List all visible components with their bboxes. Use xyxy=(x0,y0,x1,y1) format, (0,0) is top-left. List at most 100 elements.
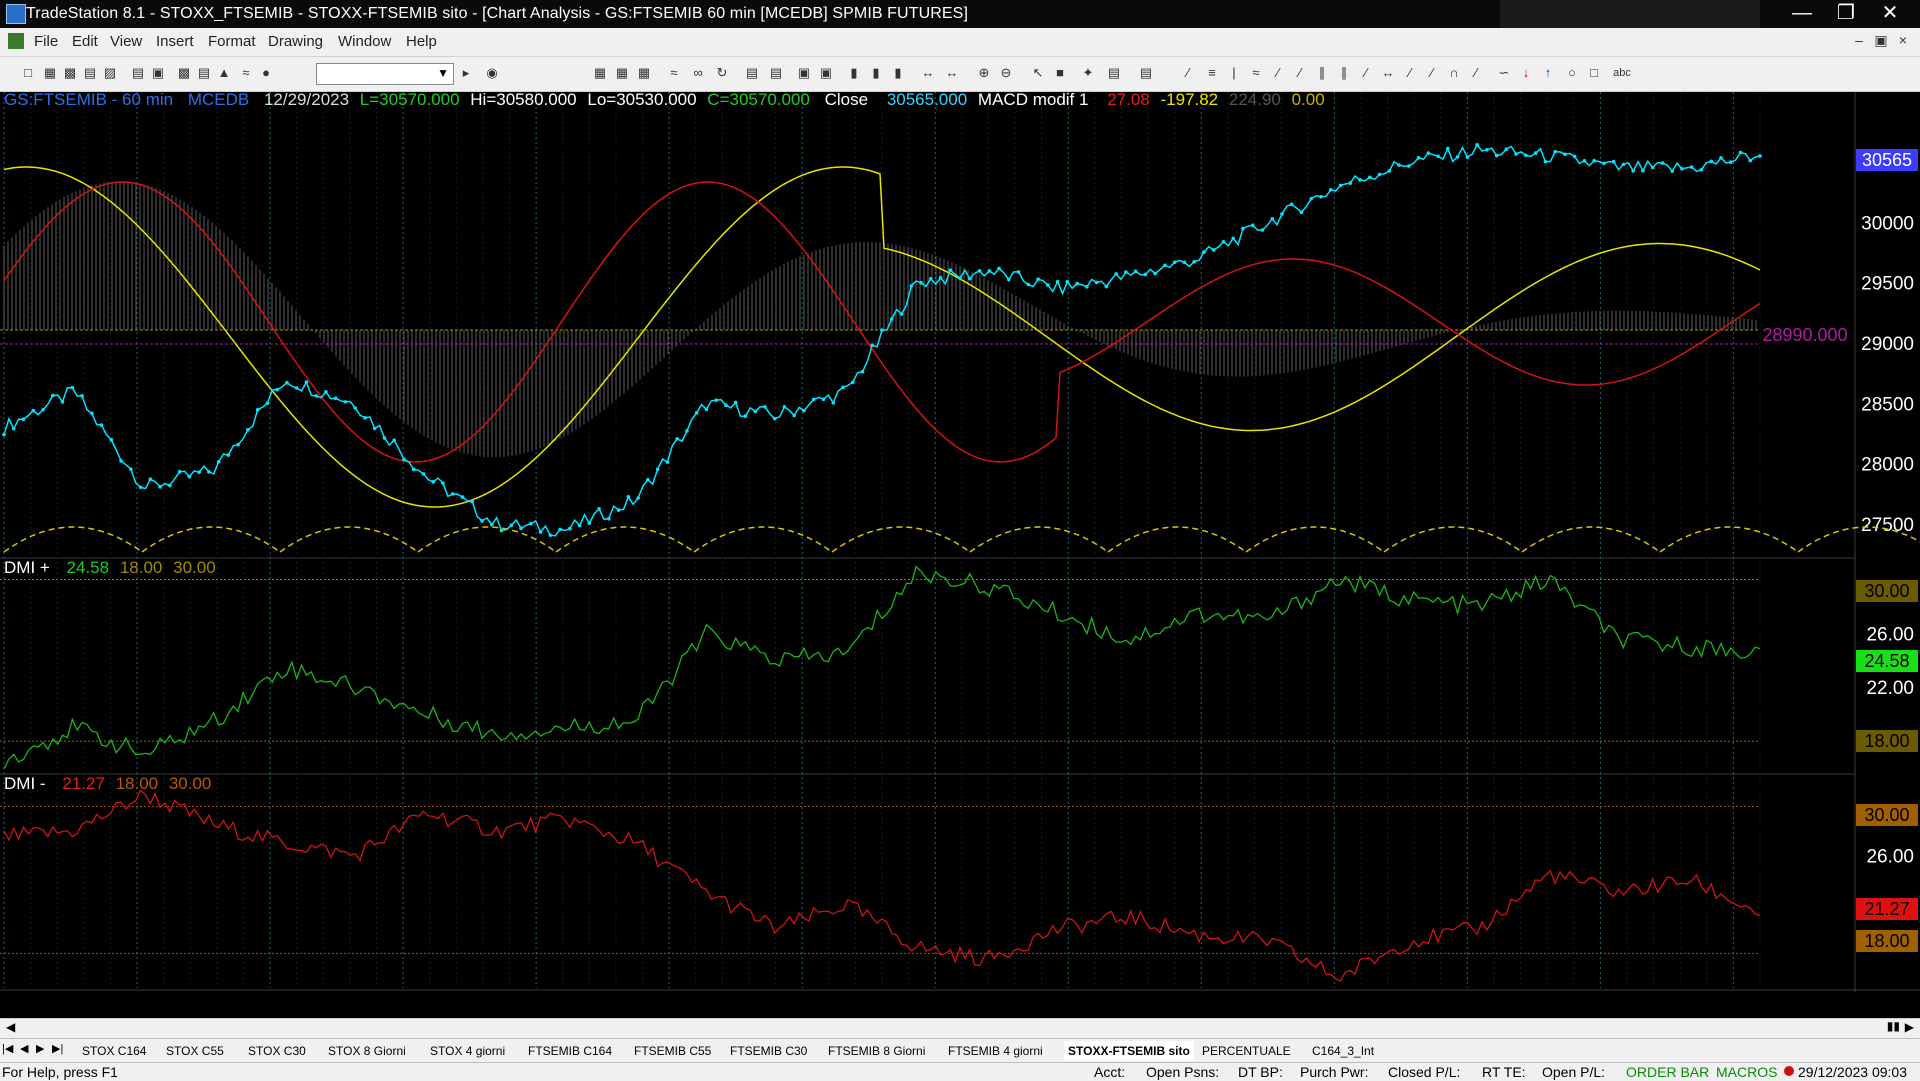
menu-help[interactable]: Help xyxy=(406,33,437,50)
curve-icon[interactable]: ∽ xyxy=(1496,65,1512,81)
copy-icon[interactable]: ▤ xyxy=(82,65,98,81)
arrow-right-icon[interactable]: ▸ xyxy=(458,65,474,81)
maximize-button[interactable]: ❐ xyxy=(1824,0,1868,28)
tab-stox-8-giorni[interactable]: STOX 8 Giorni xyxy=(324,1041,410,1061)
macros-button[interactable]: MACROS xyxy=(1716,1064,1777,1080)
scanner-icon[interactable]: ▣ xyxy=(796,65,812,81)
trendline-icon[interactable]: ∕ xyxy=(1180,65,1196,81)
print-icon[interactable]: ▤ xyxy=(130,65,146,81)
format-icon[interactable]: ● xyxy=(258,65,274,81)
tab-nav-next-icon[interactable]: ▶ xyxy=(36,1042,44,1055)
ellipse-icon[interactable]: ○ xyxy=(1564,65,1580,81)
scroll-thumb-icon[interactable]: ▮▮ xyxy=(1887,1019,1900,1033)
horizontal-scrollbar[interactable]: ◀ ▮▮ ▶ xyxy=(0,1018,1920,1039)
zoom-in-icon[interactable]: ⊕ xyxy=(976,65,992,81)
document-icon[interactable] xyxy=(8,33,24,49)
open-icon[interactable]: ▦ xyxy=(42,65,58,81)
text-tool-icon[interactable]: abc xyxy=(1610,65,1634,81)
tab-ftsemib-c30[interactable]: FTSEMIB C30 xyxy=(726,1041,811,1061)
cycle-lines-icon[interactable]: ∥ xyxy=(1336,65,1352,81)
new-icon[interactable]: □ xyxy=(20,65,36,81)
menu-format[interactable]: Format xyxy=(208,33,256,50)
layout2-icon[interactable]: ▦ xyxy=(614,65,630,81)
expand-icon[interactable]: ↔ xyxy=(920,65,936,81)
insert-icon[interactable]: ▤ xyxy=(1106,65,1122,81)
matrix-icon[interactable]: ▣ xyxy=(818,65,834,81)
arc-icon[interactable]: ∩ xyxy=(1446,65,1462,81)
compress-icon[interactable]: ↔ xyxy=(944,65,960,81)
cursor-icon[interactable]: ↖ xyxy=(1030,65,1046,81)
minimize-button[interactable]: — xyxy=(1780,0,1824,28)
mdi-close-icon[interactable]: × xyxy=(1892,32,1914,50)
print-preview-icon[interactable]: ▣ xyxy=(150,65,166,81)
cycle-arc xyxy=(1521,526,1661,553)
menu-insert[interactable]: Insert xyxy=(156,33,194,50)
pen-icon[interactable]: ∕ xyxy=(1468,65,1484,81)
indicator-icon[interactable]: ≈ xyxy=(238,65,254,81)
andrews-icon[interactable]: ∕ xyxy=(1358,65,1374,81)
tab-ftsemib-c164[interactable]: FTSEMIB C164 xyxy=(524,1041,616,1061)
barchart-icon[interactable]: ▮ xyxy=(890,65,906,81)
bars-icon[interactable]: ▮ xyxy=(868,65,884,81)
calendar-icon[interactable]: ▤ xyxy=(1138,65,1154,81)
ray-icon[interactable]: ↔ xyxy=(1380,65,1396,81)
tab-ftsemib-4-giorni[interactable]: FTSEMIB 4 giorni xyxy=(944,1041,1047,1061)
binoculars-icon[interactable]: ◉ xyxy=(484,65,500,81)
symbol-combo[interactable]: ▼ xyxy=(316,63,454,85)
tab-ftsemib-c55[interactable]: FTSEMIB C55 xyxy=(630,1041,715,1061)
up-arrow-icon[interactable]: ↑ xyxy=(1540,65,1556,81)
menu-view[interactable]: View xyxy=(110,33,142,50)
grid-icon[interactable]: ▦ xyxy=(636,65,652,81)
paste-icon[interactable]: ▨ xyxy=(102,65,118,81)
close-button[interactable]: ✕ xyxy=(1868,0,1912,28)
layout-icon[interactable]: ▦ xyxy=(592,65,608,81)
tab-stox-c164[interactable]: STOX C164 xyxy=(78,1041,150,1061)
pitchfork-icon[interactable]: ∕ xyxy=(1424,65,1440,81)
menu-window[interactable]: Window xyxy=(338,33,391,50)
chevron-down-icon[interactable]: ▼ xyxy=(437,66,449,80)
fib-icon[interactable]: ≈ xyxy=(1248,65,1264,81)
tab-nav-prev-icon[interactable]: ◀ xyxy=(20,1042,28,1055)
channel-icon[interactable]: ∕ xyxy=(1270,65,1286,81)
chart-canvas[interactable]: 30000 29500 29000 28500 28000 27500 26.00 22.00… xyxy=(0,92,1920,992)
tab-ftsemib-8-giorni[interactable]: FTSEMIB 8 Giorni xyxy=(824,1041,929,1061)
workspace-icon[interactable]: ▤ xyxy=(744,65,760,81)
tab-stox-c55[interactable]: STOX C55 xyxy=(162,1041,228,1061)
cascade-icon[interactable]: ▤ xyxy=(196,65,212,81)
tab-stox-4-giorni[interactable]: STOX 4 giorni xyxy=(426,1041,509,1061)
chart-icon[interactable]: ≈ xyxy=(666,65,682,81)
scroll-left-icon[interactable]: ◀ xyxy=(6,1020,15,1034)
candle-icon[interactable]: ▮ xyxy=(846,65,862,81)
lock-icon[interactable]: ▲ xyxy=(216,65,232,81)
menu-edit[interactable]: Edit xyxy=(72,33,98,50)
vertical-line-icon[interactable]: | xyxy=(1226,65,1242,81)
scroll-right-icon[interactable]: ▶ xyxy=(1905,1020,1914,1034)
radar-icon[interactable]: ∞ xyxy=(690,65,706,81)
order-bar-button[interactable]: ORDER BAR xyxy=(1626,1064,1709,1080)
tab-stoxx-ftsemib-sito[interactable]: STOXX-FTSEMIB sito xyxy=(1064,1041,1194,1061)
window-icon[interactable]: ▩ xyxy=(176,65,192,81)
speed-lines-icon[interactable]: ∥ xyxy=(1314,65,1330,81)
down-arrow-icon[interactable]: ↓ xyxy=(1518,65,1534,81)
gann-icon[interactable]: ∕ xyxy=(1292,65,1308,81)
tab-c164-3-int[interactable]: C164_3_Int xyxy=(1308,1041,1378,1061)
zoom-out-icon[interactable]: ⊖ xyxy=(998,65,1014,81)
tools-icon[interactable]: ✦ xyxy=(1080,65,1096,81)
rectangle-icon[interactable]: □ xyxy=(1586,65,1602,81)
drag-icon[interactable]: ■ xyxy=(1052,65,1068,81)
menu-drawing[interactable]: Drawing xyxy=(268,33,323,50)
refresh-icon[interactable]: ↻ xyxy=(714,65,730,81)
tab-nav-first-icon[interactable]: |◀ xyxy=(2,1042,13,1055)
menu-file[interactable]: File xyxy=(34,33,58,50)
mdi-restore-icon[interactable]: ▣ xyxy=(1870,32,1892,50)
chart-area[interactable]: 30000 29500 29000 28500 28000 27500 26.00 22.00… xyxy=(0,90,1920,992)
parallel-icon[interactable]: ∕ xyxy=(1402,65,1418,81)
tab-percentuale[interactable]: PERCENTUALE xyxy=(1198,1041,1295,1061)
mdi-minimize-icon[interactable]: – xyxy=(1848,32,1870,50)
menu-bar: File Edit View Insert Format Drawing Win… xyxy=(0,28,1920,57)
workspace2-icon[interactable]: ▤ xyxy=(768,65,784,81)
tab-nav-last-icon[interactable]: ▶| xyxy=(52,1042,63,1055)
save-icon[interactable]: ▩ xyxy=(62,65,78,81)
tab-stox-c30[interactable]: STOX C30 xyxy=(244,1041,310,1061)
horizontal-line-icon[interactable]: ≡ xyxy=(1204,65,1220,81)
